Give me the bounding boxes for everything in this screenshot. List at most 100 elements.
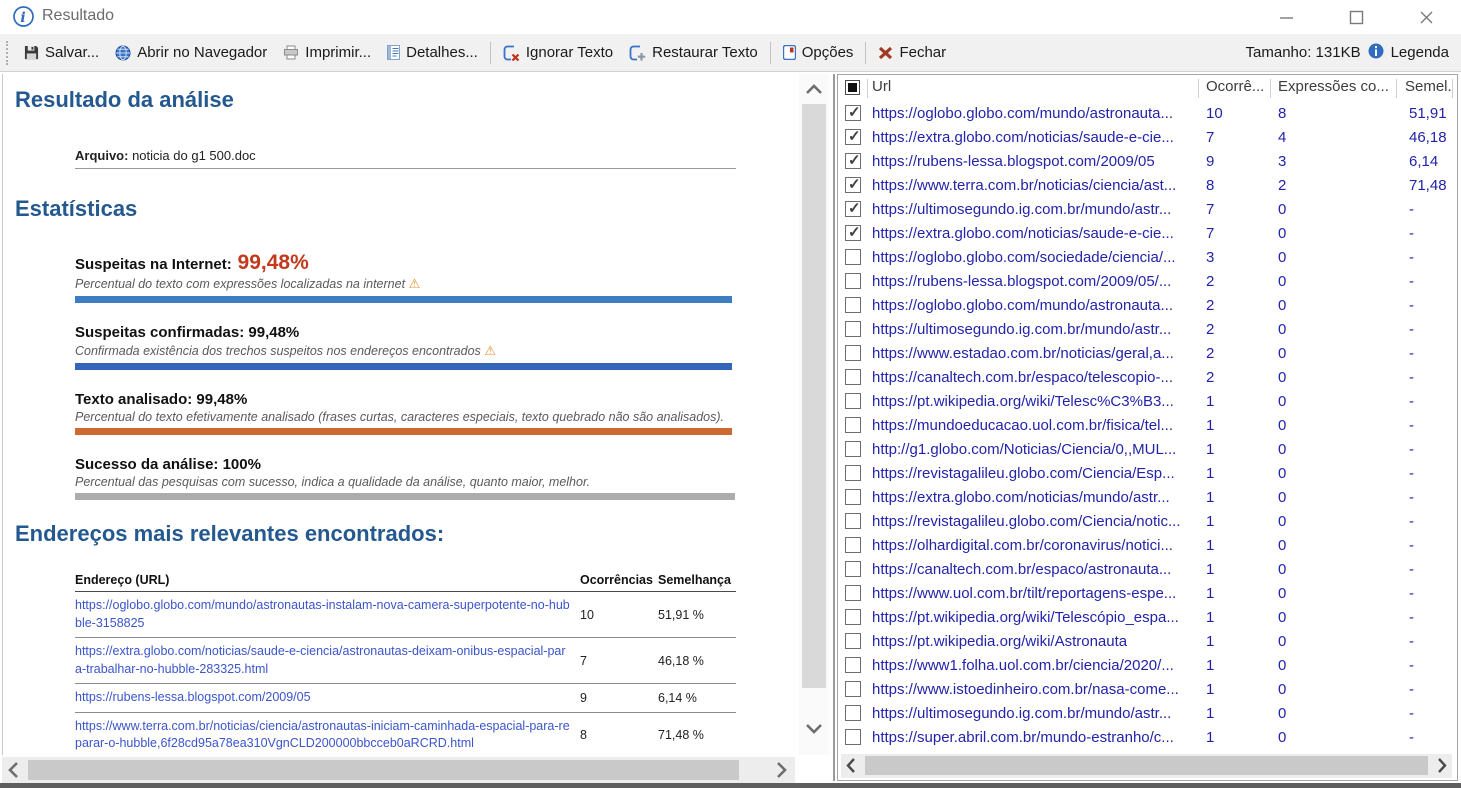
- row-checkbox[interactable]: [845, 513, 861, 529]
- report-vertical-scrollbar[interactable]: [799, 74, 829, 755]
- horizontal-scrollbar-thumb[interactable]: [28, 760, 739, 780]
- select-all-checkbox[interactable]: [845, 80, 860, 95]
- address-url-link[interactable]: https://rubens-lessa.blogspot.com/2009/0…: [75, 690, 311, 704]
- scroll-up-icon[interactable]: [805, 82, 823, 100]
- row-url[interactable]: https://rubens-lessa.blogspot.com/2009/0…: [872, 270, 1200, 294]
- options-button[interactable]: Opções: [775, 40, 862, 65]
- address-url-link[interactable]: https://extra.globo.com/noticias/saude-e…: [75, 644, 566, 676]
- column-header-occurrences[interactable]: Ocorrê...: [1206, 78, 1268, 95]
- scroll-right-icon[interactable]: [1437, 757, 1447, 778]
- row-checkbox[interactable]: [845, 393, 861, 409]
- url-row[interactable]: https://rubens-lessa.blogspot.com/2009/0…: [838, 270, 1457, 294]
- row-url[interactable]: https://pt.wikipedia.org/wiki/Telescópio…: [872, 606, 1200, 630]
- row-checkbox[interactable]: [845, 369, 861, 385]
- url-row[interactable]: https://extra.globo.com/noticias/saude-e…: [838, 222, 1457, 246]
- row-checkbox[interactable]: [845, 297, 861, 313]
- row-checkbox[interactable]: [845, 489, 861, 505]
- url-row[interactable]: https://canaltech.com.br/espaco/astronau…: [838, 558, 1457, 582]
- url-row[interactable]: https://extra.globo.com/noticias/mundo/a…: [838, 486, 1457, 510]
- toolbar-grip[interactable]: [6, 41, 11, 65]
- column-header-expressions[interactable]: Expressões co...: [1278, 78, 1390, 95]
- url-row[interactable]: https://extra.globo.com/noticias/saude-e…: [838, 126, 1457, 150]
- row-checkbox[interactable]: [845, 729, 861, 745]
- row-checkbox[interactable]: [845, 249, 861, 265]
- row-checkbox[interactable]: [845, 441, 861, 457]
- url-row[interactable]: https://olhardigital.com.br/coronavirus/…: [838, 534, 1457, 558]
- row-url[interactable]: https://olhardigital.com.br/coronavirus/…: [872, 534, 1200, 558]
- row-checkbox[interactable]: [845, 561, 861, 577]
- row-checkbox[interactable]: [845, 585, 861, 601]
- row-checkbox[interactable]: [845, 129, 861, 145]
- url-list-horizontal-scrollbar[interactable]: [841, 754, 1452, 778]
- report-horizontal-scrollbar[interactable]: [2, 757, 795, 783]
- row-checkbox[interactable]: [845, 345, 861, 361]
- row-url[interactable]: https://pt.wikipedia.org/wiki/Telesc%C3%…: [872, 390, 1200, 414]
- url-row[interactable]: https://www.estadao.com.br/noticias/gera…: [838, 342, 1457, 366]
- url-row[interactable]: http://g1.globo.com/Noticias/Ciencia/0,,…: [838, 438, 1457, 462]
- close-result-button[interactable]: Fechar: [870, 40, 954, 65]
- url-row[interactable]: https://ultimosegundo.ig.com.br/mundo/as…: [838, 318, 1457, 342]
- row-url[interactable]: https://ultimosegundo.ig.com.br/mundo/as…: [872, 702, 1200, 726]
- url-row[interactable]: https://oglobo.globo.com/sociedade/cienc…: [838, 246, 1457, 270]
- row-url[interactable]: https://oglobo.globo.com/sociedade/cienc…: [872, 246, 1200, 270]
- row-checkbox[interactable]: [845, 273, 861, 289]
- save-button[interactable]: Salvar...: [16, 40, 107, 65]
- horizontal-scrollbar-thumb[interactable]: [865, 756, 1428, 775]
- url-row[interactable]: https://www.terra.com.br/noticias/cienci…: [838, 174, 1457, 198]
- row-checkbox[interactable]: [845, 537, 861, 553]
- url-row[interactable]: https://ultimosegundo.ig.com.br/mundo/as…: [838, 198, 1457, 222]
- url-row[interactable]: https://rubens-lessa.blogspot.com/2009/0…: [838, 150, 1457, 174]
- row-url[interactable]: https://revistagalileu.globo.com/Ciencia…: [872, 510, 1200, 534]
- address-url-link[interactable]: https://www.terra.com.br/noticias/cienci…: [75, 719, 570, 751]
- scroll-down-icon[interactable]: [805, 721, 823, 739]
- row-url[interactable]: https://extra.globo.com/noticias/saude-e…: [872, 126, 1200, 150]
- scroll-left-icon[interactable]: [846, 757, 856, 778]
- url-row[interactable]: https://oglobo.globo.com/mundo/astronaut…: [838, 102, 1457, 126]
- scroll-left-icon[interactable]: [8, 761, 19, 784]
- row-url[interactable]: https://www.terra.com.br/noticias/cienci…: [872, 174, 1200, 198]
- row-checkbox[interactable]: [845, 177, 861, 193]
- close-button[interactable]: [1391, 0, 1461, 34]
- row-checkbox[interactable]: [845, 609, 861, 625]
- row-checkbox[interactable]: [845, 705, 861, 721]
- row-url[interactable]: https://www.uol.com.br/tilt/reportagens-…: [872, 582, 1200, 606]
- row-checkbox[interactable]: [845, 225, 861, 241]
- url-row[interactable]: https://www.uol.com.br/tilt/reportagens-…: [838, 582, 1457, 606]
- url-row[interactable]: https://www1.folha.uol.com.br/ciencia/20…: [838, 654, 1457, 678]
- row-checkbox[interactable]: [845, 321, 861, 337]
- row-url[interactable]: https://oglobo.globo.com/mundo/astronaut…: [872, 102, 1200, 126]
- restore-text-button[interactable]: Restaurar Texto: [621, 40, 766, 65]
- row-checkbox[interactable]: [845, 417, 861, 433]
- print-button[interactable]: Imprimir...: [275, 40, 379, 65]
- row-url[interactable]: https://revistagalileu.globo.com/Ciencia…: [872, 462, 1200, 486]
- url-row[interactable]: https://mundoeducacao.uol.com.br/fisica/…: [838, 414, 1457, 438]
- url-row[interactable]: https://pt.wikipedia.org/wiki/Astronauta…: [838, 630, 1457, 654]
- row-url[interactable]: https://super.abril.com.br/mundo-estranh…: [872, 726, 1200, 750]
- row-url[interactable]: https://www.istoedinheiro.com.br/nasa-co…: [872, 678, 1200, 702]
- url-row[interactable]: https://www.istoedinheiro.com.br/nasa-co…: [838, 678, 1457, 702]
- maximize-button[interactable]: [1321, 0, 1391, 34]
- row-checkbox[interactable]: [845, 681, 861, 697]
- url-row[interactable]: https://revistagalileu.globo.com/Ciencia…: [838, 510, 1457, 534]
- scroll-right-icon[interactable]: [776, 761, 787, 784]
- row-checkbox[interactable]: [845, 657, 861, 673]
- row-url[interactable]: https://rubens-lessa.blogspot.com/2009/0…: [872, 150, 1200, 174]
- row-url[interactable]: https://canaltech.com.br/espaco/telescop…: [872, 366, 1200, 390]
- row-url[interactable]: https://pt.wikipedia.org/wiki/Astronauta: [872, 630, 1200, 654]
- row-checkbox[interactable]: [845, 201, 861, 217]
- row-url[interactable]: https://ultimosegundo.ig.com.br/mundo/as…: [872, 198, 1200, 222]
- row-url[interactable]: https://extra.globo.com/noticias/mundo/a…: [872, 486, 1200, 510]
- legend-info-icon[interactable]: [1368, 43, 1384, 63]
- row-url[interactable]: https://canaltech.com.br/espaco/astronau…: [872, 558, 1200, 582]
- url-row[interactable]: https://oglobo.globo.com/mundo/astronaut…: [838, 294, 1457, 318]
- url-row[interactable]: https://revistagalileu.globo.com/Ciencia…: [838, 462, 1457, 486]
- column-header-similarity[interactable]: Semel...: [1405, 78, 1453, 95]
- row-url[interactable]: https://extra.globo.com/noticias/saude-e…: [872, 222, 1200, 246]
- row-url[interactable]: https://ultimosegundo.ig.com.br/mundo/as…: [872, 318, 1200, 342]
- url-row[interactable]: https://pt.wikipedia.org/wiki/Telescópio…: [838, 606, 1457, 630]
- details-button[interactable]: Detalhes...: [379, 40, 486, 65]
- column-header-url[interactable]: Url: [872, 78, 1192, 95]
- row-checkbox[interactable]: [845, 153, 861, 169]
- url-row[interactable]: https://pt.wikipedia.org/wiki/Telesc%C3%…: [838, 390, 1457, 414]
- row-url[interactable]: https://www1.folha.uol.com.br/ciencia/20…: [872, 654, 1200, 678]
